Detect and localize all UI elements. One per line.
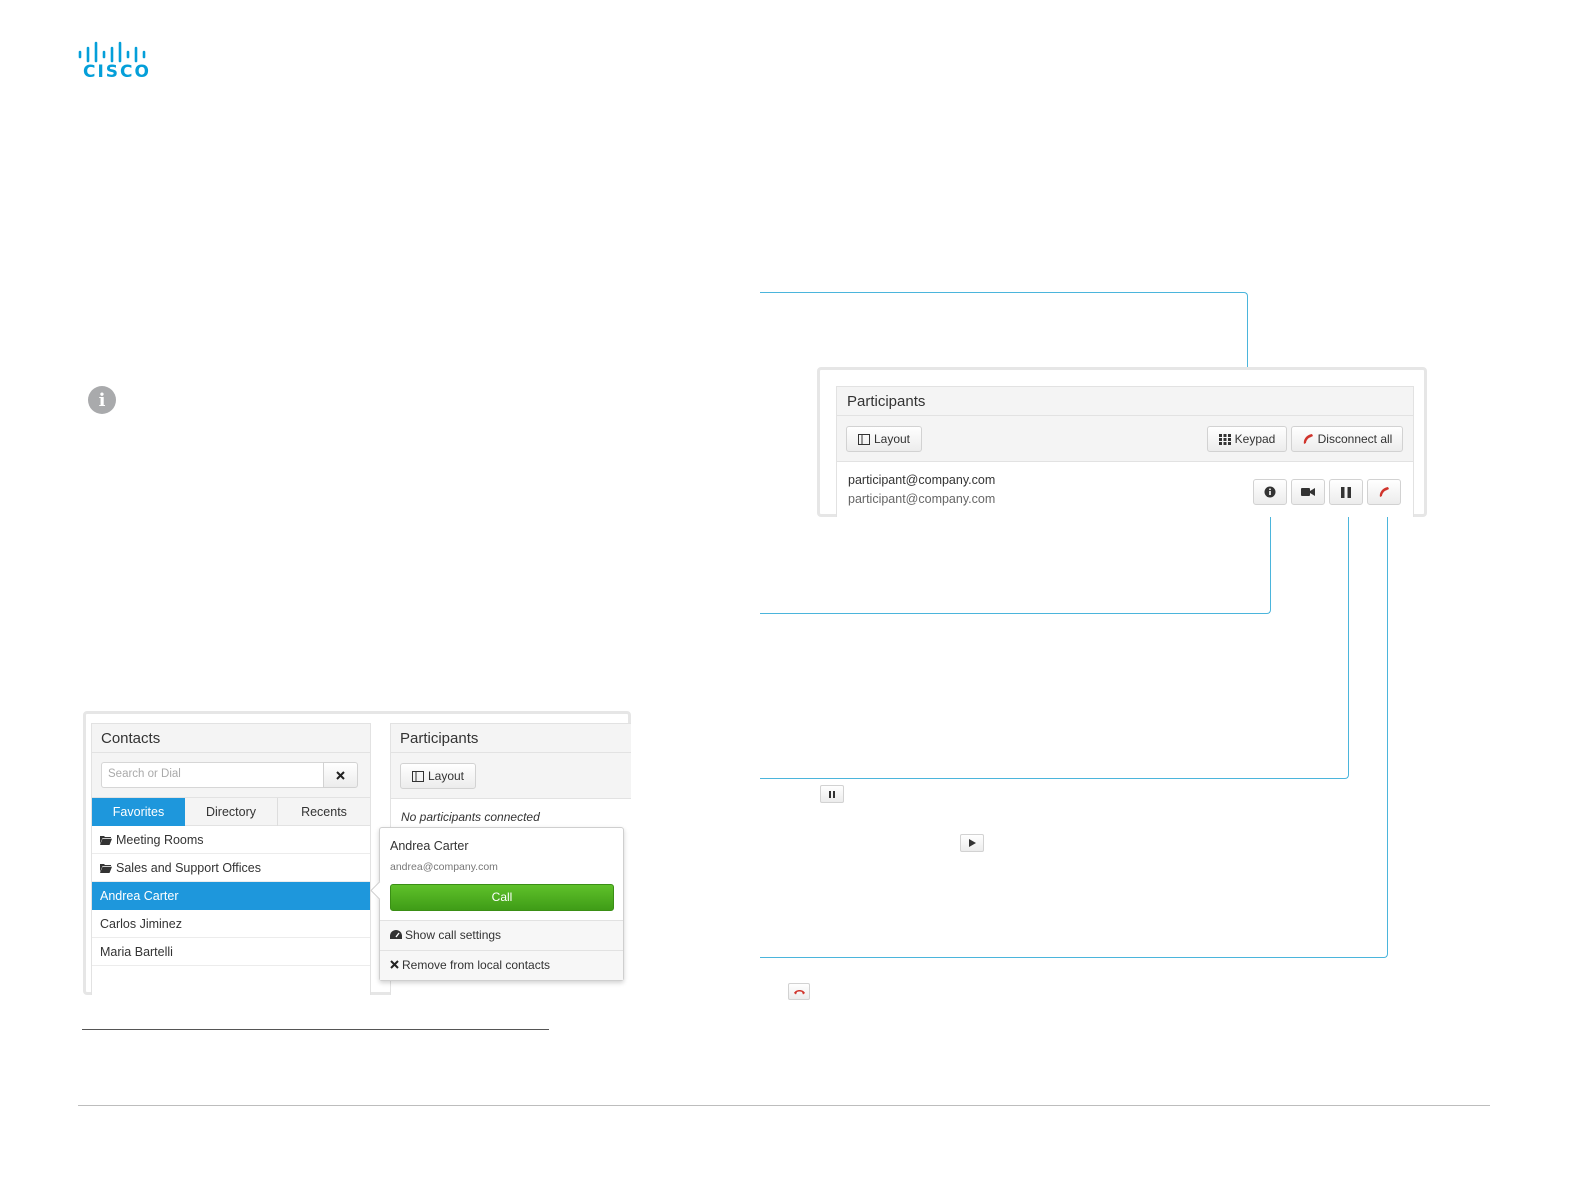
panel-title: Participants [837, 387, 1413, 416]
participant-camera-button[interactable] [1291, 479, 1325, 505]
list-item-label: Meeting Rooms [116, 833, 204, 847]
disconnect-all-label: Disconnect all [1317, 432, 1393, 446]
keypad-label: Keypad [1234, 432, 1276, 446]
cisco-logo: CISCO [78, 40, 158, 82]
contacts-screenshot-frame: Contacts Search or Dial Favorites Direct… [83, 711, 631, 995]
list-item-label: Carlos Jiminez [100, 917, 182, 931]
close-icon [336, 770, 345, 780]
popover-arrow [370, 881, 389, 900]
show-call-settings-item[interactable]: Show call settings [380, 920, 623, 950]
callout-disconnect [760, 505, 1388, 958]
clear-search-button[interactable] [323, 762, 358, 788]
hangup-icon [788, 983, 810, 1000]
search-placeholder: Search or Dial [108, 768, 181, 780]
layout-icon [857, 433, 870, 445]
footnote-divider [82, 1029, 549, 1030]
contact-name: Andrea Carter [390, 839, 469, 853]
list-item[interactable]: Sales and Support Offices [92, 854, 370, 882]
tab-directory[interactable]: Directory [185, 798, 278, 826]
footer-divider [78, 1105, 1490, 1106]
participant-disconnect-button[interactable] [1367, 479, 1401, 505]
close-icon [390, 951, 399, 980]
hangup-icon [1303, 434, 1313, 444]
disconnect-all-button[interactable]: Disconnect all [1291, 426, 1403, 452]
info-icon: i [88, 386, 116, 414]
show-call-settings-label: Show call settings [405, 928, 502, 942]
folder-icon [100, 855, 112, 883]
list-item-label: Andrea Carter [100, 889, 179, 903]
layout-label: Layout [427, 769, 465, 783]
participant-subaddress: participant@company.com [848, 492, 996, 506]
camera-icon [1301, 488, 1315, 496]
contacts-tabs: Favorites Directory Recents [92, 798, 370, 826]
info-icon [1264, 486, 1276, 498]
empty-participants-text: No participants connected [401, 810, 540, 824]
play-icon [960, 834, 984, 852]
list-item-label: Maria Bartelli [100, 945, 173, 959]
panel-title: Contacts [92, 724, 370, 753]
logo-wordmark: CISCO [83, 62, 151, 82]
list-item-selected[interactable]: Andrea Carter [92, 882, 370, 910]
search-bar: Search or Dial [92, 753, 370, 798]
participants-detail-frame: Participants Layout Keypad Disconnect al… [817, 367, 1427, 517]
remove-contact-item[interactable]: Remove from local contacts [380, 950, 623, 980]
contact-popover: Andrea Carter andrea@company.com Call Sh… [370, 827, 624, 981]
search-input[interactable]: Search or Dial [101, 762, 323, 788]
remove-contact-label: Remove from local contacts [402, 958, 551, 972]
layout-button[interactable]: Layout [846, 426, 922, 452]
participant-hold-button[interactable] [1329, 479, 1363, 505]
pause-icon [1341, 486, 1351, 498]
panel-title: Participants [391, 724, 631, 753]
layout-icon [411, 770, 424, 782]
list-item-label: Sales and Support Offices [116, 861, 261, 875]
layout-button[interactable]: Layout [400, 763, 476, 789]
contacts-panel: Contacts Search or Dial Favorites Direct… [91, 723, 371, 995]
list-item[interactable]: Maria Bartelli [92, 938, 370, 966]
participant-info-button[interactable] [1253, 479, 1287, 505]
dashboard-icon [390, 922, 402, 951]
tab-favorites[interactable]: Favorites [92, 798, 185, 826]
keypad-icon [1218, 433, 1231, 445]
participants-toolbar: Layout [391, 753, 631, 799]
tab-recents[interactable]: Recents [278, 798, 370, 826]
folder-icon [100, 827, 112, 855]
call-button[interactable]: Call [390, 884, 614, 911]
keypad-button[interactable]: Keypad [1207, 426, 1287, 452]
pause-icon [820, 785, 844, 803]
contact-email: andrea@company.com [390, 861, 498, 873]
participant-address: participant@company.com [848, 473, 996, 487]
list-item[interactable]: Carlos Jiminez [92, 910, 370, 938]
hangup-icon [1379, 487, 1389, 497]
list-item[interactable]: Meeting Rooms [92, 826, 370, 854]
participants-detail-panel: Participants Layout Keypad Disconnect al… [836, 386, 1414, 517]
layout-label: Layout [873, 432, 911, 446]
participant-row: participant@company.com participant@comp… [837, 462, 1413, 518]
participants-toolbar: Layout Keypad Disconnect all [837, 416, 1413, 462]
